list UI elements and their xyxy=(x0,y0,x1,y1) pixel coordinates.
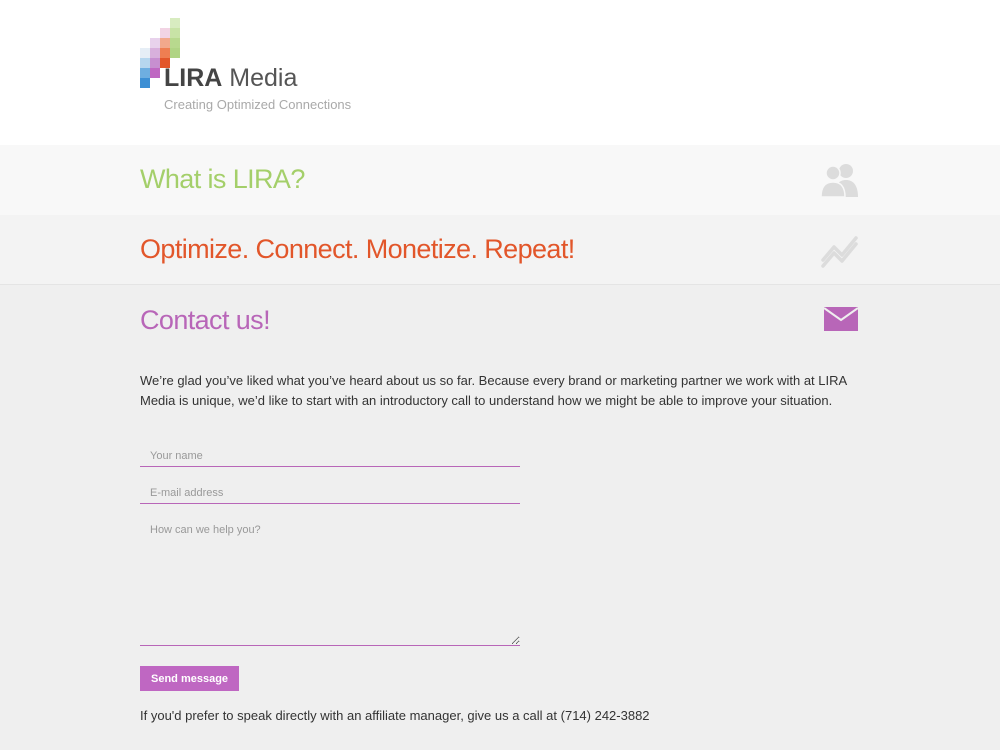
section-what-is-lira[interactable]: What is LIRA? xyxy=(0,145,1000,215)
email-input[interactable] xyxy=(140,479,520,504)
tagline: Creating Optimized Connections xyxy=(164,97,352,112)
section-contact: Contact us! We’re glad you’ve liked what… xyxy=(0,285,1000,749)
send-message-button[interactable]: Send message xyxy=(140,666,240,691)
call-note-text: If you'd prefer to speak directly with a… xyxy=(140,708,650,723)
users-icon xyxy=(820,164,858,198)
name-input[interactable] xyxy=(140,442,520,467)
mail-icon xyxy=(824,307,858,331)
contact-intro-text: We’re glad you’ve liked what you’ve hear… xyxy=(140,373,847,408)
section-title-optimize[interactable]: Optimize. Connect. Monetize. Repeat! xyxy=(140,234,575,265)
trend-icon xyxy=(821,236,858,268)
section-title-what-is[interactable]: What is LIRA? xyxy=(140,164,305,195)
logo-name-bold: LIRA xyxy=(164,64,223,92)
message-textarea[interactable] xyxy=(140,516,520,646)
section-optimize[interactable]: Optimize. Connect. Monetize. Repeat! xyxy=(0,215,1000,285)
section-title-contact[interactable]: Contact us! xyxy=(140,305,271,336)
site-header: LIRA Media Creating Optimized Connection… xyxy=(0,0,1000,145)
logo-wordmark[interactable]: LIRA Media xyxy=(164,64,297,93)
logo-name-light: Media xyxy=(222,64,298,92)
